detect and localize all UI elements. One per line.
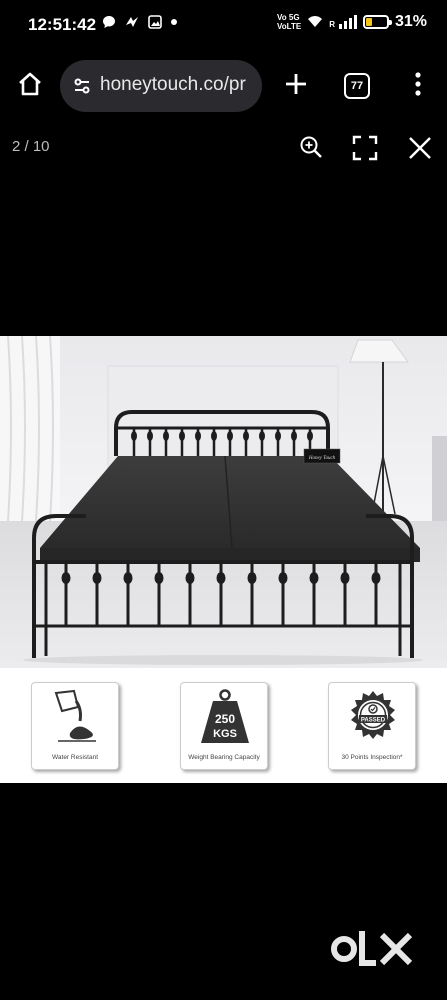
weight-value: 250 — [215, 712, 235, 726]
status-time: 12:51:42 — [28, 15, 97, 34]
image-counter: 2 / 10 — [12, 138, 50, 155]
seal-text: PASSED — [361, 718, 386, 724]
feature-weight-capacity: 250 KGS Weight Bearing Capacity — [180, 682, 268, 770]
signal-icon: R — [329, 15, 357, 29]
olx-logo-icon — [331, 931, 413, 966]
system-status: Vo 5G VoLTE R 31% — [277, 13, 427, 31]
feature-label: 30 Points Inspection* — [341, 754, 403, 761]
feature-label: Weight Bearing Capacity — [188, 754, 260, 761]
close-icon[interactable] — [407, 135, 433, 161]
features-strip: Water Resistant 250 KGS Weight Bearing C… — [0, 668, 447, 783]
plus-icon[interactable] — [280, 68, 312, 100]
weight-icon: 250 KGS — [201, 689, 249, 743]
dot-icon — [171, 19, 177, 25]
wifi-icon — [308, 16, 323, 27]
passed-seal-icon: PASSED — [351, 691, 395, 739]
nfc-icon — [126, 17, 138, 27]
bed-photo: Honey Touch — [0, 336, 447, 668]
home-icon[interactable] — [12, 66, 48, 102]
url-bar[interactable]: honeytouch.co/pr — [60, 60, 262, 112]
site-info-icon[interactable] — [72, 76, 92, 96]
gallery-icon — [148, 15, 162, 29]
network-type: Vo 5G VoLTE — [277, 13, 302, 31]
menu-dots-icon[interactable] — [408, 70, 428, 98]
notification-icons — [102, 15, 178, 29]
fullscreen-icon[interactable] — [352, 135, 378, 161]
browser-toolbar: honeytouch.co/pr 77 — [0, 52, 447, 120]
feature-inspection: PASSED 30 Points Inspection* — [328, 682, 416, 770]
url-text: honeytouch.co/pr — [100, 74, 246, 95]
battery-icon — [362, 15, 392, 29]
chat-bubble-icon — [103, 16, 115, 28]
battery-fill — [365, 18, 373, 26]
feature-label: Water Resistant — [52, 754, 98, 761]
battery-percent: 31% — [394, 13, 427, 30]
brand-tag: Honey Touch — [308, 456, 336, 461]
water-pour-icon — [54, 689, 96, 742]
tabs-icon[interactable]: 77 — [344, 73, 370, 99]
product-image[interactable]: Honey Touch Water Resistant 250 KGS Weig… — [0, 336, 447, 783]
zoom-in-icon[interactable] — [298, 134, 324, 160]
feature-water-resistant: Water Resistant — [31, 682, 119, 770]
weight-unit: KGS — [213, 728, 237, 740]
image-viewer: 2 / 10 Honey Touch Water Resistant 250 K… — [0, 120, 447, 1000]
status-bar: 12:51:42 Vo 5G VoLTE R 31% — [0, 0, 447, 52]
